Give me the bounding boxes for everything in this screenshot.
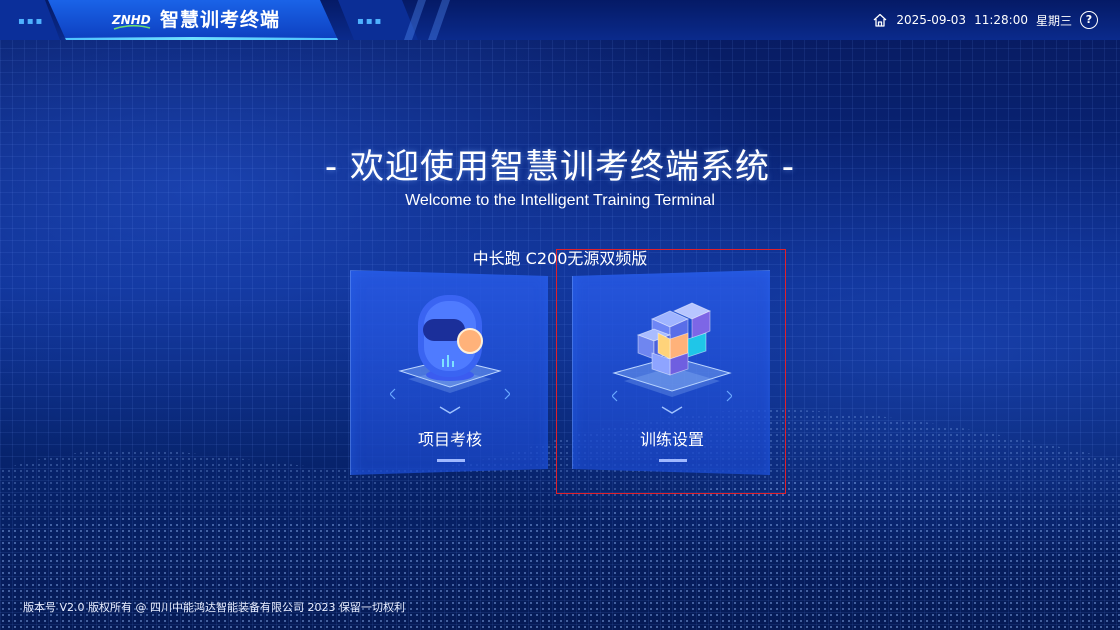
- logo-swoosh: [113, 25, 151, 30]
- background-wave: [0, 409, 1120, 630]
- copyright-footer: 版本号 V2.0 版权所有 @ 四川中能鸿达智能装备有限公司 2023 保留一切…: [23, 601, 405, 614]
- cubes-icon: [612, 302, 732, 414]
- weekday-text: 星期三: [1035, 13, 1072, 28]
- home-icon[interactable]: [872, 12, 888, 28]
- training-settings-card[interactable]: 训练设置: [572, 270, 770, 475]
- robot-icon: [390, 295, 510, 414]
- card-indicator-bar: [659, 459, 687, 462]
- background-grid: [0, 0, 1120, 630]
- time-text: 11:28:00: [974, 13, 1028, 27]
- page-title: - 欢迎使用智慧训考终端系统 -: [324, 147, 796, 187]
- project-assessment-card[interactable]: 项目考核: [350, 270, 548, 475]
- dots-icon: ▪▪▪: [18, 16, 45, 27]
- card-indicator-bar: [437, 459, 465, 462]
- device-name: 中长跑 C200无源双频版: [472, 249, 648, 268]
- top-bar: ▪▪▪ ▪▪▪ ZNHD 智慧训考终端 2025-09-03 11:28:00 …: [0, 0, 1120, 40]
- card-label-project-assessment: 项目考核: [417, 430, 482, 449]
- date-text: 2025-09-03: [896, 13, 967, 27]
- page-subtitle: Welcome to the Intelligent Training Term…: [405, 192, 715, 209]
- status-area: 2025-09-03 11:28:00 星期三 ?: [872, 11, 1098, 29]
- dots-icon: ▪▪▪: [357, 16, 384, 27]
- card-label-training-settings: 训练设置: [639, 430, 704, 449]
- help-icon[interactable]: ?: [1080, 11, 1098, 29]
- header-slash: [428, 0, 450, 40]
- title-glow: [60, 37, 325, 40]
- app-title: 智慧训考终端: [160, 9, 281, 31]
